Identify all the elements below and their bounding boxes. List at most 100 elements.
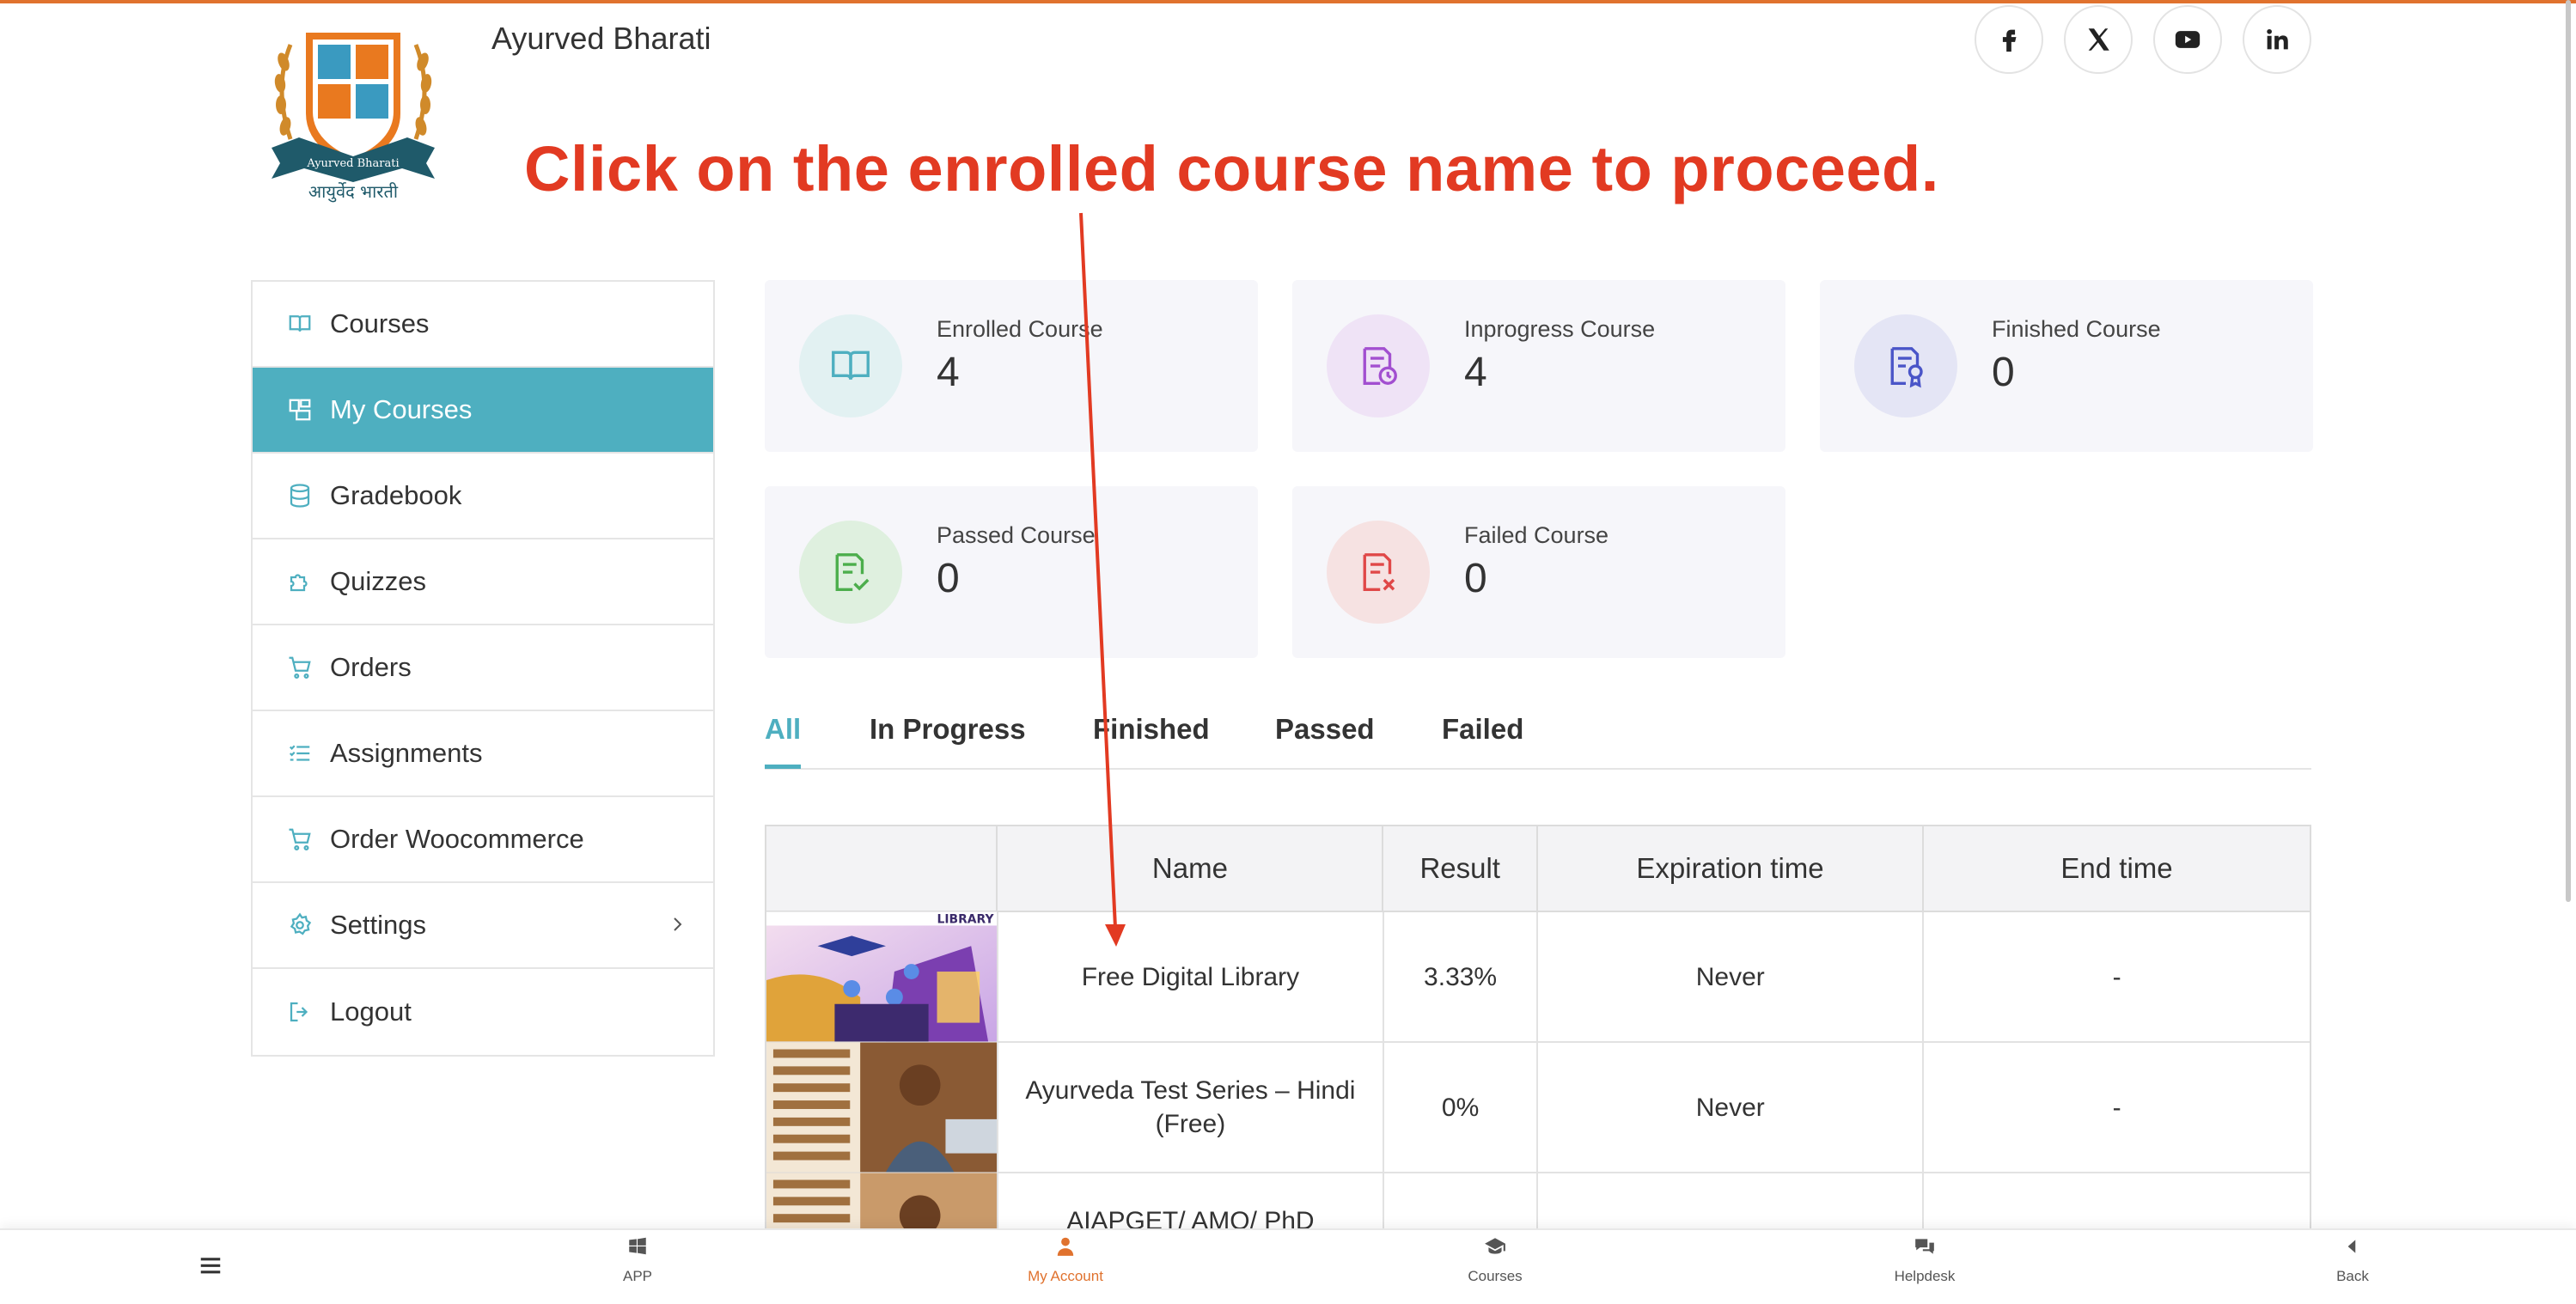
sidebar-item-label: Assignments: [330, 738, 483, 768]
table-row: Ayurveda Test Series – Hindi (Free) 0% N…: [766, 1042, 2310, 1173]
bottom-nav-label: Back: [2336, 1268, 2369, 1284]
sidebar-item-my-courses[interactable]: My Courses: [253, 368, 713, 454]
stat-card-enrolled: Enrolled Course 4: [765, 280, 1258, 452]
table-row: LIBRARY Free Digital Library 3.33% Never…: [766, 911, 2310, 1043]
youtube-icon[interactable]: [2153, 5, 2222, 74]
book-icon: [799, 314, 902, 417]
column-header-end-time: End time: [2060, 852, 2173, 884]
course-name-link[interactable]: Ayurveda Test Series – Hindi (Free): [998, 1043, 1384, 1172]
tab-failed[interactable]: Failed: [1442, 713, 1523, 746]
sidebar-item-courses[interactable]: Courses: [253, 282, 713, 368]
stat-value: 0: [937, 556, 960, 601]
graduation-cap-icon: [1485, 1238, 1505, 1254]
course-thumbnail[interactable]: LIBRARY: [766, 911, 998, 1042]
puzzle-icon: [287, 569, 313, 594]
list-icon: [287, 740, 313, 766]
tab-all[interactable]: All: [765, 713, 801, 746]
bottom-nav-label: APP: [622, 1268, 653, 1284]
stat-label: Failed Course: [1464, 522, 1609, 548]
document-clock-icon: [1327, 314, 1430, 417]
sidebar-item-order-woocommerce[interactable]: Order Woocommerce: [253, 797, 713, 883]
stat-card-failed: Failed Course 0: [1292, 486, 1785, 658]
stat-value: 0: [1464, 556, 1487, 601]
book-icon: [287, 311, 313, 337]
facebook-icon[interactable]: [1975, 5, 2043, 74]
linkedin-icon[interactable]: [2243, 5, 2311, 74]
windows-icon: [629, 1237, 646, 1255]
stat-label: Finished Course: [1992, 316, 2161, 342]
sidebar-item-settings[interactable]: Settings: [253, 883, 713, 969]
sidebar-item-gradebook[interactable]: Gradebook: [253, 454, 713, 539]
column-header-result: Result: [1383, 826, 1539, 911]
page-scrollbar[interactable]: [2566, 0, 2571, 902]
bottom-nav-my-account[interactable]: My Account: [980, 1235, 1151, 1285]
bottom-nav-label: My Account: [1028, 1268, 1103, 1284]
site-title[interactable]: Ayurved Bharati: [491, 21, 711, 57]
sidebar-item-label: Orders: [330, 652, 412, 682]
bottom-nav-label: Helpdesk: [1894, 1268, 1956, 1284]
document-check-icon: [799, 521, 902, 624]
sidebar-item-assignments[interactable]: Assignments: [253, 711, 713, 797]
bottom-nav-back[interactable]: Back: [2267, 1235, 2439, 1285]
logo-ribbon-text: Ayurved Bharati: [306, 157, 399, 170]
stat-label: Inprogress Course: [1464, 316, 1656, 342]
sidebar-item-label: Logout: [330, 996, 412, 1027]
sidebar-item-label: Quizzes: [330, 566, 426, 596]
bottom-nav-app[interactable]: APP: [552, 1235, 723, 1285]
site-logo[interactable]: Ayurved Bharati आयुर्वेद भारती: [265, 19, 442, 208]
course-result: 3.33%: [1384, 912, 1539, 1041]
x-icon[interactable]: [2064, 5, 2133, 74]
gear-icon: [287, 912, 313, 938]
sidebar-item-label: Order Woocommerce: [330, 824, 584, 854]
stat-label: Passed Course: [937, 522, 1096, 548]
column-header-expiration: Expiration time: [1538, 826, 1925, 911]
chevron-right-icon: [674, 917, 682, 931]
social-links: [1975, 5, 2311, 74]
bottom-nav-helpdesk[interactable]: Helpdesk: [1839, 1235, 2011, 1285]
course-expiration: Never: [1538, 1043, 1925, 1172]
back-arrow-icon: [2347, 1240, 2356, 1253]
cart-icon: [287, 826, 313, 852]
bottom-nav-courses[interactable]: Courses: [1409, 1235, 1581, 1285]
stat-value: 4: [937, 350, 960, 395]
sidebar-item-orders[interactable]: Orders: [253, 625, 713, 711]
top-accent-line: [0, 0, 2576, 3]
account-sidebar: Courses My Courses Gradebook Quizzes Ord…: [251, 280, 715, 1057]
course-thumbnail[interactable]: [766, 1042, 998, 1173]
logout-icon: [287, 999, 313, 1025]
bottom-navigation: APP My Account Courses Helpdesk Back: [0, 1228, 2576, 1304]
thumbnail-caption: LIBRARY: [937, 912, 995, 926]
course-end-time: -: [2112, 962, 2121, 991]
stat-card-inprogress: Inprogress Course 4: [1292, 280, 1785, 452]
document-x-icon: [1327, 521, 1430, 624]
sidebar-item-label: Settings: [330, 910, 427, 940]
sidebar-item-label: My Courses: [330, 394, 473, 424]
course-end-time: -: [2112, 1093, 2121, 1122]
stat-card-passed: Passed Course 0: [765, 486, 1258, 658]
tab-passed[interactable]: Passed: [1275, 713, 1375, 746]
course-name-link[interactable]: Free Digital Library: [998, 912, 1384, 1041]
stat-card-finished: Finished Course 0: [1820, 280, 2313, 452]
sidebar-item-label: Gradebook: [330, 480, 462, 510]
bottom-nav-label: Courses: [1468, 1268, 1523, 1284]
cart-icon: [287, 655, 313, 680]
sidebar-item-label: Courses: [330, 308, 430, 338]
table-header: Name Result Expiration time End time: [766, 826, 2310, 912]
course-filter-tabs: All In Progress Finished Passed Failed: [765, 706, 2311, 770]
tab-finished[interactable]: Finished: [1093, 713, 1210, 746]
active-tab-indicator: [765, 765, 801, 769]
course-result: 0%: [1384, 1043, 1539, 1172]
sidebar-item-quizzes[interactable]: Quizzes: [253, 539, 713, 625]
instruction-annotation: Click on the enrolled course name to pro…: [524, 133, 1939, 204]
tab-in-progress[interactable]: In Progress: [870, 713, 1026, 746]
sidebar-item-logout[interactable]: Logout: [253, 969, 713, 1055]
logo-subtext: आयुर्वेद भारती: [308, 181, 399, 203]
stat-label: Enrolled Course: [937, 316, 1103, 342]
course-expiration: Never: [1538, 912, 1925, 1041]
user-icon: [1057, 1237, 1074, 1256]
database-icon: [287, 483, 313, 509]
stat-value: 4: [1464, 350, 1487, 395]
column-header-thumbnail: [766, 826, 998, 911]
my-courses-icon: [287, 397, 313, 423]
hamburger-menu-icon[interactable]: [198, 1252, 223, 1278]
